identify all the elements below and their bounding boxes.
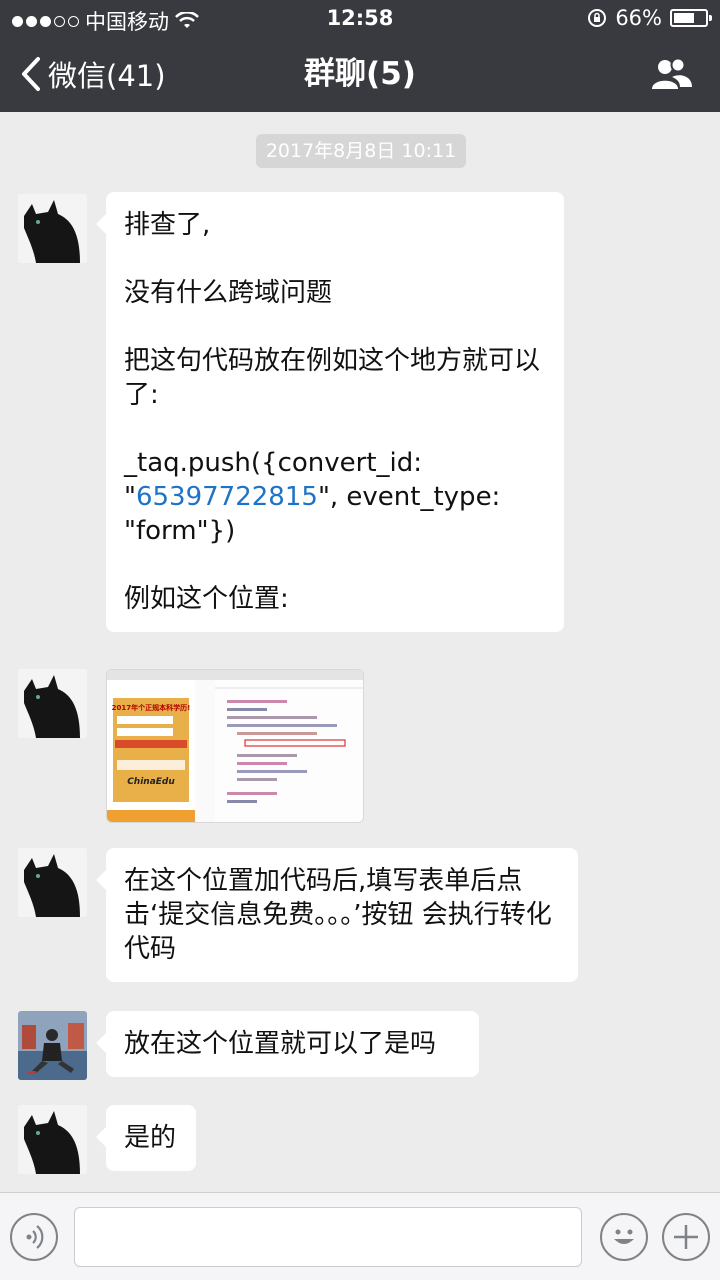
- avatar[interactable]: [18, 848, 87, 917]
- message-text: 排查了,: [124, 210, 211, 240]
- cat-avatar-icon: [18, 194, 87, 263]
- chat-area[interactable]: 2017年8月8日 10:11 排查了, 没有什么跨域问题 把这句代码放在例如这…: [0, 112, 720, 1190]
- battery-fill: [674, 13, 694, 23]
- orientation-lock-icon: [588, 9, 607, 27]
- avatar[interactable]: [18, 669, 87, 738]
- battery-percent: 66%: [615, 6, 662, 30]
- message-bubble[interactable]: 在这个位置加代码后,填写表单后点击‘提交信息免费。。。’按钮 会执行转化代码: [96, 848, 578, 982]
- input-bar: [0, 1192, 720, 1280]
- group-members-icon[interactable]: [650, 56, 694, 94]
- emoji-button[interactable]: [600, 1213, 648, 1261]
- message-text: 例如这个位置:: [124, 584, 289, 614]
- cat-avatar-icon: [18, 1105, 87, 1174]
- message-text: 在这个位置加代码后,填写表单后点击‘提交信息免费。。。’按钮 会执行转化代码: [124, 866, 552, 964]
- code-snippet: _taq.push({convert_id: "65397722815", ev…: [124, 446, 546, 548]
- nav-bar: 微信(41) 群聊(5): [0, 38, 720, 112]
- avatar[interactable]: [18, 1105, 87, 1174]
- message-text: 放在这个位置就可以了是吗: [124, 1029, 437, 1059]
- cat-avatar-icon: [18, 848, 87, 917]
- convert-id-link[interactable]: 65397722815: [136, 482, 318, 512]
- message-text: 没有什么跨域问题: [124, 278, 333, 308]
- message-bubble[interactable]: 放在这个位置就可以了是吗: [96, 1011, 479, 1077]
- avatar[interactable]: [18, 194, 87, 263]
- page-title: 群聊(5): [304, 56, 416, 92]
- thumb-logo: ChinaEdu: [127, 777, 175, 787]
- emoji-icon: [614, 1229, 634, 1244]
- message-timestamp: 2017年8月8日 10:11: [256, 134, 466, 168]
- plus-button[interactable]: [662, 1213, 710, 1261]
- thumb-headline: 2017年个正规本科学历!: [112, 703, 191, 712]
- avatar[interactable]: [18, 1011, 87, 1080]
- voice-icon: [26, 1225, 44, 1249]
- photo-avatar-icon: [18, 1011, 87, 1080]
- message-bubble[interactable]: 是的: [96, 1105, 196, 1171]
- screenshot-thumbnail: 2017年个正规本科学历! ChinaEdu: [107, 670, 363, 822]
- voice-button[interactable]: [10, 1213, 58, 1261]
- message-bubble[interactable]: 排查了, 没有什么跨域问题 把这句代码放在例如这个地方就可以了: _taq.pu…: [96, 192, 564, 632]
- message-text: 把这句代码放在例如这个地方就可以了:: [124, 346, 541, 410]
- message-input[interactable]: [74, 1207, 582, 1267]
- cat-avatar-icon: [18, 669, 87, 738]
- status-bar: 中国移动 12:58 66%: [0, 0, 720, 38]
- status-right: 66%: [587, 6, 712, 30]
- plus-icon: [674, 1225, 698, 1249]
- image-message[interactable]: 2017年个正规本科学历! ChinaEdu: [106, 669, 364, 823]
- battery-icon: [670, 9, 712, 27]
- message-text: 是的: [124, 1123, 177, 1153]
